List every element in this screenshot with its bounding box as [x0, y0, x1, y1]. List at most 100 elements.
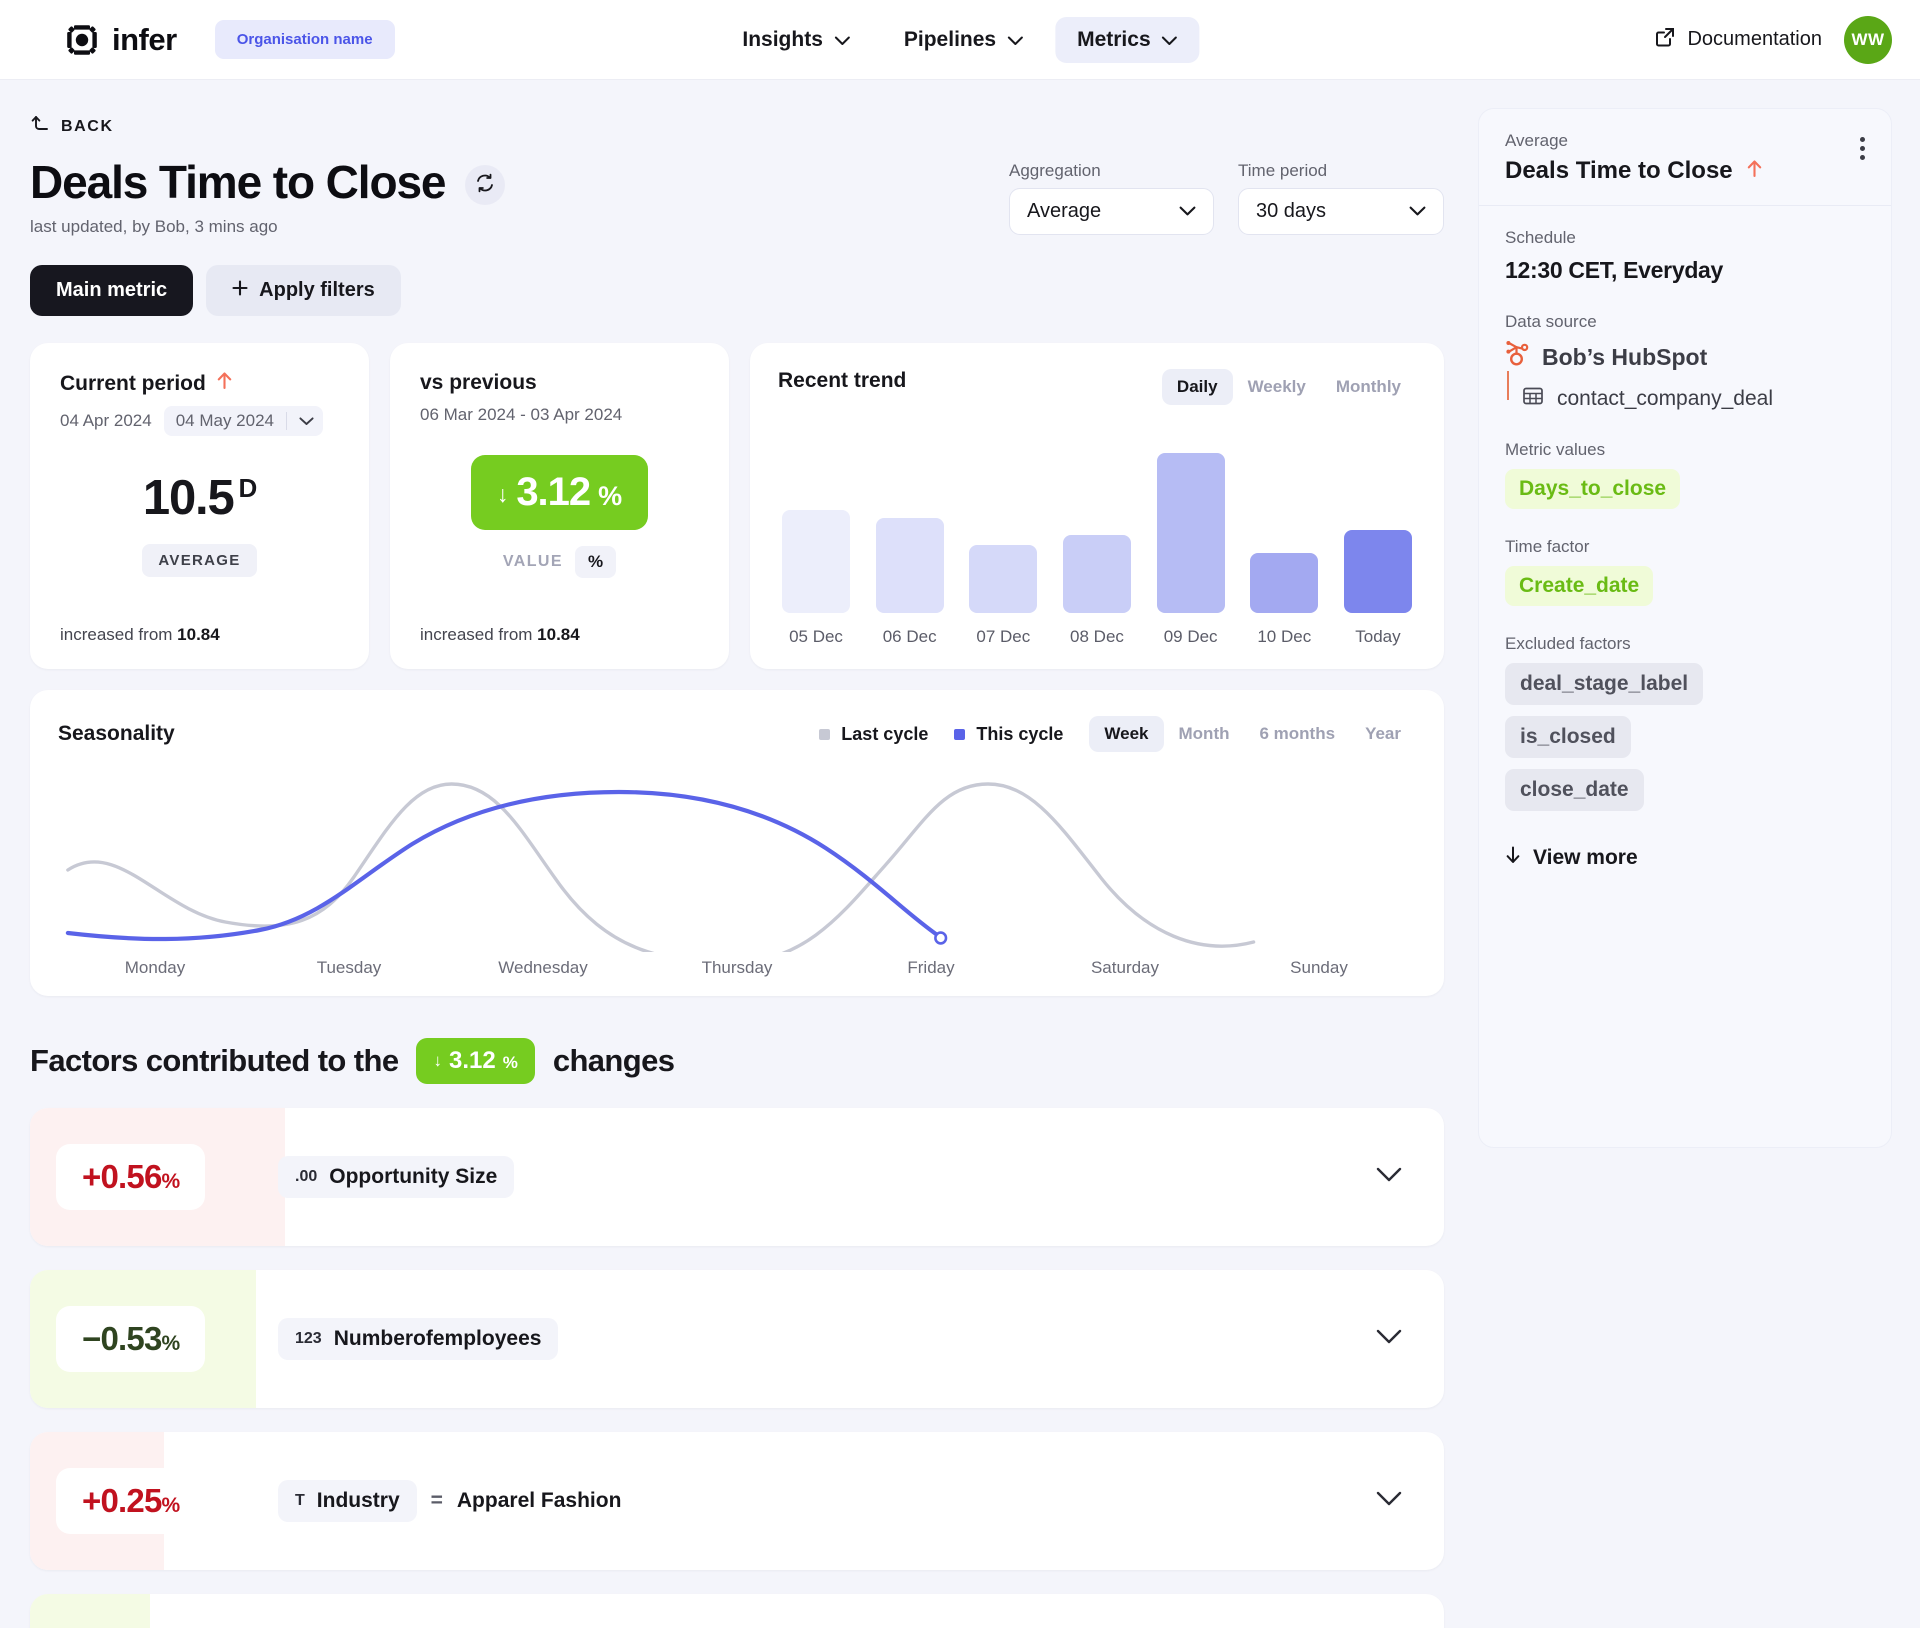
factors-change-value: 3.12: [448, 1047, 496, 1074]
factor-expand-chevron-icon[interactable]: [1376, 1167, 1402, 1187]
excluded-factors-block: Excluded factors deal_stage_label is_clos…: [1505, 634, 1865, 822]
factor-name-chip[interactable]: T Industry: [278, 1480, 417, 1522]
chevron-down-icon: [299, 411, 314, 431]
back-button[interactable]: BACK: [30, 114, 1444, 139]
nav-item-insights[interactable]: Insights: [720, 17, 872, 63]
date-to-picker[interactable]: 04 May 2024: [163, 406, 323, 436]
time-period-select[interactable]: 30 days: [1238, 188, 1444, 235]
divider: [286, 412, 287, 430]
data-source-table-row[interactable]: contact_company_deal: [1505, 371, 1865, 412]
excluded-factor-tag[interactable]: close_date: [1505, 769, 1644, 811]
trend-bar-column[interactable]: [1343, 530, 1412, 613]
factors-list: +0.56% .00 Opportunity Size −0.53% 123 Number…: [30, 1108, 1444, 1628]
trend-bar[interactable]: [969, 545, 1038, 613]
excluded-factor-tag[interactable]: deal_stage_label: [1505, 663, 1704, 705]
factor-percent-symbol: %: [161, 1170, 181, 1193]
factor-expand-chevron-icon[interactable]: [1376, 1491, 1402, 1511]
organisation-name-pill[interactable]: Organisation name: [214, 20, 395, 59]
tab-daily[interactable]: Daily: [1161, 369, 1233, 405]
data-source-block: Data source Bob’s HubSpot contact_compan…: [1505, 312, 1865, 412]
percent-toggle-button[interactable]: %: [574, 546, 617, 578]
trend-bar[interactable]: [1343, 530, 1412, 613]
factors-title-suffix: changes: [552, 1043, 675, 1078]
legend-label-this-cycle: This cycle: [976, 723, 1064, 744]
time-factor-tag[interactable]: Create_date: [1505, 566, 1654, 606]
time-period-label: Time period: [1238, 161, 1328, 180]
brand-logo[interactable]: infer: [64, 22, 177, 58]
factor-name: Industry: [316, 1489, 400, 1512]
chevron-down-icon: [1179, 200, 1196, 223]
back-arrow-icon: [30, 114, 50, 139]
factor-name-chip[interactable]: .00 Opportunity Size: [278, 1156, 515, 1198]
factor-detail: T Industry = Apparel Fashion: [278, 1480, 621, 1522]
aggregation-select[interactable]: Average: [1009, 188, 1214, 235]
trend-bar-label: 09 Dec: [1163, 627, 1218, 646]
seasonality-range-tabs: Week Month 6 months Year: [1089, 716, 1416, 752]
seasonality-svg: [65, 782, 1256, 964]
trend-bar[interactable]: [1156, 453, 1225, 613]
time-factor-block: Time factor Create_date: [1505, 537, 1865, 606]
range-year[interactable]: Year: [1350, 716, 1416, 752]
trend-bar-column[interactable]: [969, 545, 1038, 613]
view-more-button[interactable]: View more: [1505, 846, 1865, 870]
factor-percent-symbol: %: [161, 1332, 181, 1355]
panel-more-menu-button[interactable]: [1860, 131, 1865, 185]
excluded-factors-label: Excluded factors: [1505, 634, 1631, 653]
data-source-row[interactable]: Bob’s HubSpot: [1505, 341, 1865, 373]
factor-row[interactable]: −0.53% 123 Numberofemployees: [30, 1270, 1444, 1408]
metric-values-label: Metric values: [1505, 440, 1606, 459]
legend-swatch-this-cycle: [954, 728, 966, 740]
title-block: Deals Time to Close last updated, by Bob…: [30, 155, 506, 237]
trend-bar-column[interactable]: [782, 510, 850, 613]
aggregation-group: Aggregation Average: [1009, 161, 1214, 235]
top-navigation-bar: infer Organisation name Insights Pipelin…: [0, 0, 1920, 80]
trend-bar-column[interactable]: [875, 518, 944, 613]
plus-icon: [232, 279, 248, 302]
trend-bar[interactable]: [1062, 535, 1131, 613]
excluded-factor-tag[interactable]: is_closed: [1505, 716, 1631, 758]
trend-bar-label: Today: [1355, 627, 1401, 646]
nav-item-pipelines[interactable]: Pipelines: [882, 17, 1045, 63]
factor-row[interactable]: −0.20%TIndustry=Health Wellness And Fitn…: [30, 1594, 1444, 1628]
factor-operator: =: [430, 1489, 443, 1512]
current-period-value: 10.5: [142, 471, 235, 525]
trend-bar-column[interactable]: [1250, 553, 1319, 613]
current-period-heading: Current period: [60, 371, 339, 396]
trend-bar[interactable]: [782, 510, 850, 613]
footnote-prefix: increased from: [60, 625, 173, 644]
trend-bar-label: 08 Dec: [1070, 627, 1124, 646]
factor-percent-symbol: %: [161, 1494, 181, 1517]
tab-weekly[interactable]: Weekly: [1233, 369, 1321, 405]
metric-values-tag[interactable]: Days_to_close: [1505, 469, 1681, 509]
range-6-months[interactable]: 6 months: [1245, 716, 1351, 752]
apply-filters-button[interactable]: Apply filters: [206, 265, 401, 316]
date-from: 04 Apr 2024: [60, 411, 152, 430]
seasonality-title: Seasonality: [58, 722, 175, 745]
documentation-link[interactable]: Documentation: [1655, 27, 1822, 53]
factor-name-chip[interactable]: 123 Numberofemployees: [278, 1318, 559, 1360]
trend-bar-column[interactable]: [1062, 535, 1131, 613]
vs-previous-range: 06 Mar 2024 - 03 Apr 2024: [420, 405, 623, 424]
nav-item-metrics[interactable]: Metrics: [1055, 16, 1200, 63]
time-factor-label: Time factor: [1505, 537, 1590, 556]
recent-trend-axis-labels: 05 Dec 06 Dec 07 Dec 08 Dec 09 Dec 10 Dec Toda…: [778, 627, 1416, 647]
refresh-button[interactable]: [465, 165, 506, 205]
factor-type-icon: T: [295, 1492, 305, 1509]
trend-bar[interactable]: [1250, 553, 1319, 613]
vs-previous-footnote: increased from 10.84: [420, 591, 699, 645]
tab-monthly[interactable]: Monthly: [1321, 369, 1416, 405]
factor-expand-chevron-icon[interactable]: [1376, 1329, 1402, 1349]
factor-row[interactable]: +0.25% T Industry = Apparel Fashion: [30, 1432, 1444, 1570]
factor-row[interactable]: +0.56% .00 Opportunity Size: [30, 1108, 1444, 1246]
trend-bar-column[interactable]: [1156, 453, 1225, 613]
user-avatar[interactable]: WW: [1844, 15, 1892, 64]
range-month[interactable]: Month: [1164, 716, 1245, 752]
schedule-value: 12:30 CET, Everyday: [1505, 257, 1724, 283]
brand-name: infer: [112, 21, 177, 57]
title-row: Deals Time to Close last updated, by Bob…: [30, 155, 1444, 237]
range-week[interactable]: Week: [1089, 716, 1164, 752]
footnote-value: 10.84: [537, 625, 580, 644]
recent-trend-card: Recent trend Daily Weekly Monthly 05 Dec…: [750, 343, 1444, 669]
tab-main-metric[interactable]: Main metric: [30, 265, 194, 316]
trend-bar[interactable]: [875, 518, 944, 613]
